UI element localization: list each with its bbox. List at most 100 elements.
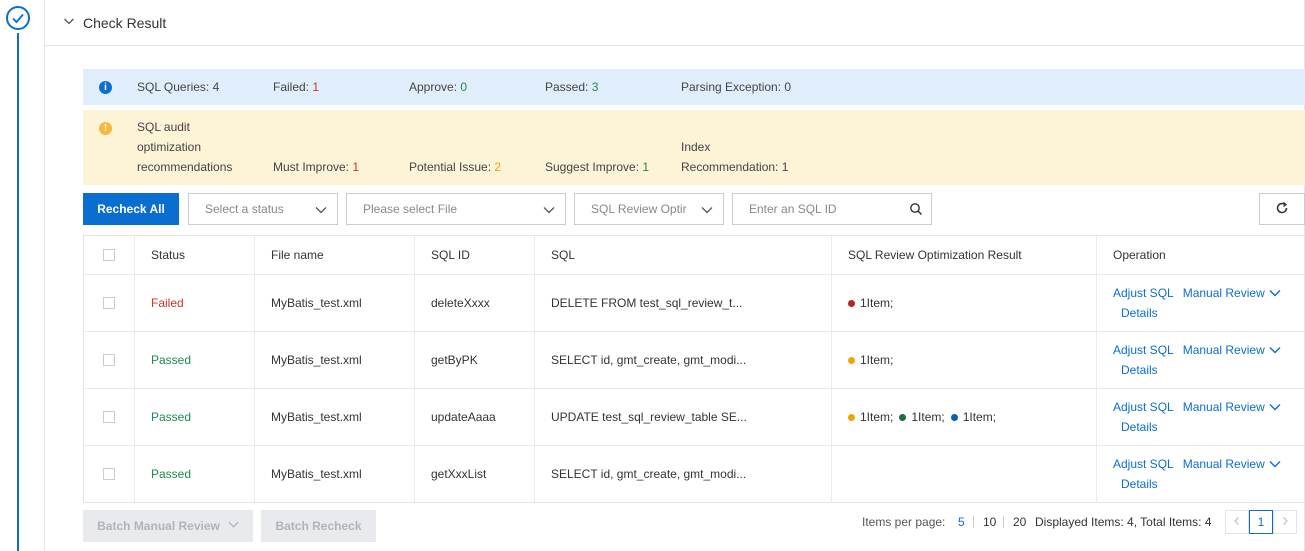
failed-label: Failed: [273,80,310,94]
header-operation: Operation [1096,236,1305,274]
row-checkbox-cell [84,332,134,388]
next-page-button[interactable] [1273,510,1297,534]
header-file-name[interactable]: File name [254,236,414,274]
severity-dot-icon [899,413,907,421]
status-select-placeholder: Select a status [205,202,284,216]
result-item: 1Item; [848,353,893,367]
adjust-sql-link[interactable]: Adjust SQL [1113,454,1174,474]
chevron-down-icon [701,204,713,219]
failed-stat: Failed: 1 [273,77,319,97]
page-size-divider [1003,516,1004,528]
panel-title: Check Result [83,14,167,31]
page-size-5[interactable]: 5 [958,510,965,534]
must-improve-value: 1 [352,160,360,174]
recommendations-title: SQL audit optimization recommendations [137,120,233,174]
details-link[interactable]: Details [1121,303,1158,323]
batch-recheck-button[interactable]: Batch Recheck [261,510,376,542]
operation-cell: Adjust SQL Manual Review Details [1096,389,1305,445]
severity-dot-icon [950,413,958,421]
check-result-panel: Check Result i SQL Queries: 4 Failed: 1 … [44,0,1305,551]
table-row: Failed MyBatis_test.xml deleteXxxx DELETE F… [84,274,1304,331]
sql-id-search-input[interactable]: Enter an SQL ID [732,193,932,225]
step-rail [0,0,36,551]
header-sql-id[interactable]: SQL ID [414,236,534,274]
page-size-20[interactable]: 20 [1013,510,1026,534]
index-recommendation-stat: Index Recommendation: 1 [681,140,789,174]
manual-review-link[interactable]: Manual Review [1183,283,1265,303]
header-review-result[interactable]: SQL Review Optimization Result [831,236,1096,274]
batch-manual-review-button[interactable]: Batch Manual Review [83,510,253,542]
check-result-table: Status File name SQL ID SQL SQL Review O… [83,235,1305,503]
header-status[interactable]: Status [134,236,254,274]
sql-queries-value: 4 [212,80,220,94]
review-option-placeholder: SQL Review Optir [591,202,687,216]
sql-id-placeholder: Enter an SQL ID [749,202,837,216]
table-row: Passed MyBatis_test.xml getXxxList SELECT i… [84,445,1304,502]
search-icon[interactable] [909,202,923,219]
adjust-sql-link[interactable]: Adjust SQL [1113,340,1174,360]
operation-cell: Adjust SQL Manual Review Details [1096,446,1305,502]
failed-value: 1 [312,80,320,94]
recheck-all-button[interactable]: Recheck All [83,193,179,225]
result-item-text: 1Item; [962,410,997,424]
row-checkbox[interactable] [103,468,115,480]
chevron-down-icon[interactable] [1269,401,1281,413]
header-checkbox-cell [84,236,134,274]
prev-page-button[interactable] [1225,510,1249,534]
recommendations-bar: ! SQL audit optimization recommendations… [83,110,1305,185]
row-checkbox[interactable] [103,411,115,423]
potential-issue-stat: Potential Issue: 2 [409,160,502,174]
approve-label: Approve: [409,80,458,94]
severity-dot-icon [848,356,855,364]
row-checkbox[interactable] [103,297,115,309]
sql-cell: SELECT id, gmt_create, gmt_modi... [534,332,831,388]
chevron-down-icon[interactable] [1269,458,1281,470]
row-checkbox-cell [84,275,134,331]
operation-cell: Adjust SQL Manual Review Details [1096,332,1305,388]
header-sql[interactable]: SQL [534,236,831,274]
select-all-checkbox[interactable] [103,249,115,261]
adjust-sql-link[interactable]: Adjust SQL [1113,283,1174,303]
step-connector-line [17,33,19,551]
file-name-cell: MyBatis_test.xml [254,275,414,331]
manual-review-link[interactable]: Manual Review [1183,340,1265,360]
row-checkbox-cell [84,389,134,445]
table-row: Passed MyBatis_test.xml updateAaaa UPDATE t… [84,388,1304,445]
review-result-cell: 1Item; [831,332,1096,388]
result-item: 1Item; [899,410,945,424]
row-checkbox[interactable] [103,354,115,366]
sql-queries-label: SQL Queries: [137,80,210,94]
severity-dot-icon [848,299,855,307]
chevron-down-icon [543,204,555,219]
suggest-improve-stat: Suggest Improve: 1 [545,160,650,174]
file-select-placeholder: Please select File [363,202,458,216]
chevron-left-icon [1232,515,1242,529]
chevron-down-icon[interactable] [1269,344,1281,356]
check-result-header[interactable]: Check Result [45,0,1305,46]
chevron-down-icon [63,15,75,30]
chevron-down-icon[interactable] [1269,287,1281,299]
table-footer: Batch Manual Review Batch Recheck Items … [83,510,1305,542]
review-option-select[interactable]: SQL Review Optir [574,193,724,225]
page-size-10[interactable]: 10 [983,510,996,534]
status-text: Failed [151,296,184,310]
refresh-button[interactable] [1259,193,1305,225]
review-result-cell: 1Item; [831,275,1096,331]
manual-review-link[interactable]: Manual Review [1183,397,1265,417]
page-1-button[interactable]: 1 [1249,510,1273,534]
sql-id-cell: getXxxList [414,446,534,502]
file-select[interactable]: Please select File [346,193,566,225]
status-text: Passed [151,353,192,367]
status-select[interactable]: Select a status [188,193,338,225]
result-item-text: 1Item; [911,410,945,424]
sql-cell: DELETE FROM test_sql_review_t... [534,275,831,331]
details-link[interactable]: Details [1121,417,1158,437]
file-name-cell: MyBatis_test.xml [254,389,414,445]
adjust-sql-link[interactable]: Adjust SQL [1113,397,1174,417]
result-item: 1Item; [950,410,997,424]
details-link[interactable]: Details [1121,474,1158,494]
manual-review-link[interactable]: Manual Review [1183,454,1265,474]
parsing-exception-label: Parsing Exception: [681,80,782,94]
approve-stat: Approve: 0 [409,77,467,97]
details-link[interactable]: Details [1121,360,1158,380]
